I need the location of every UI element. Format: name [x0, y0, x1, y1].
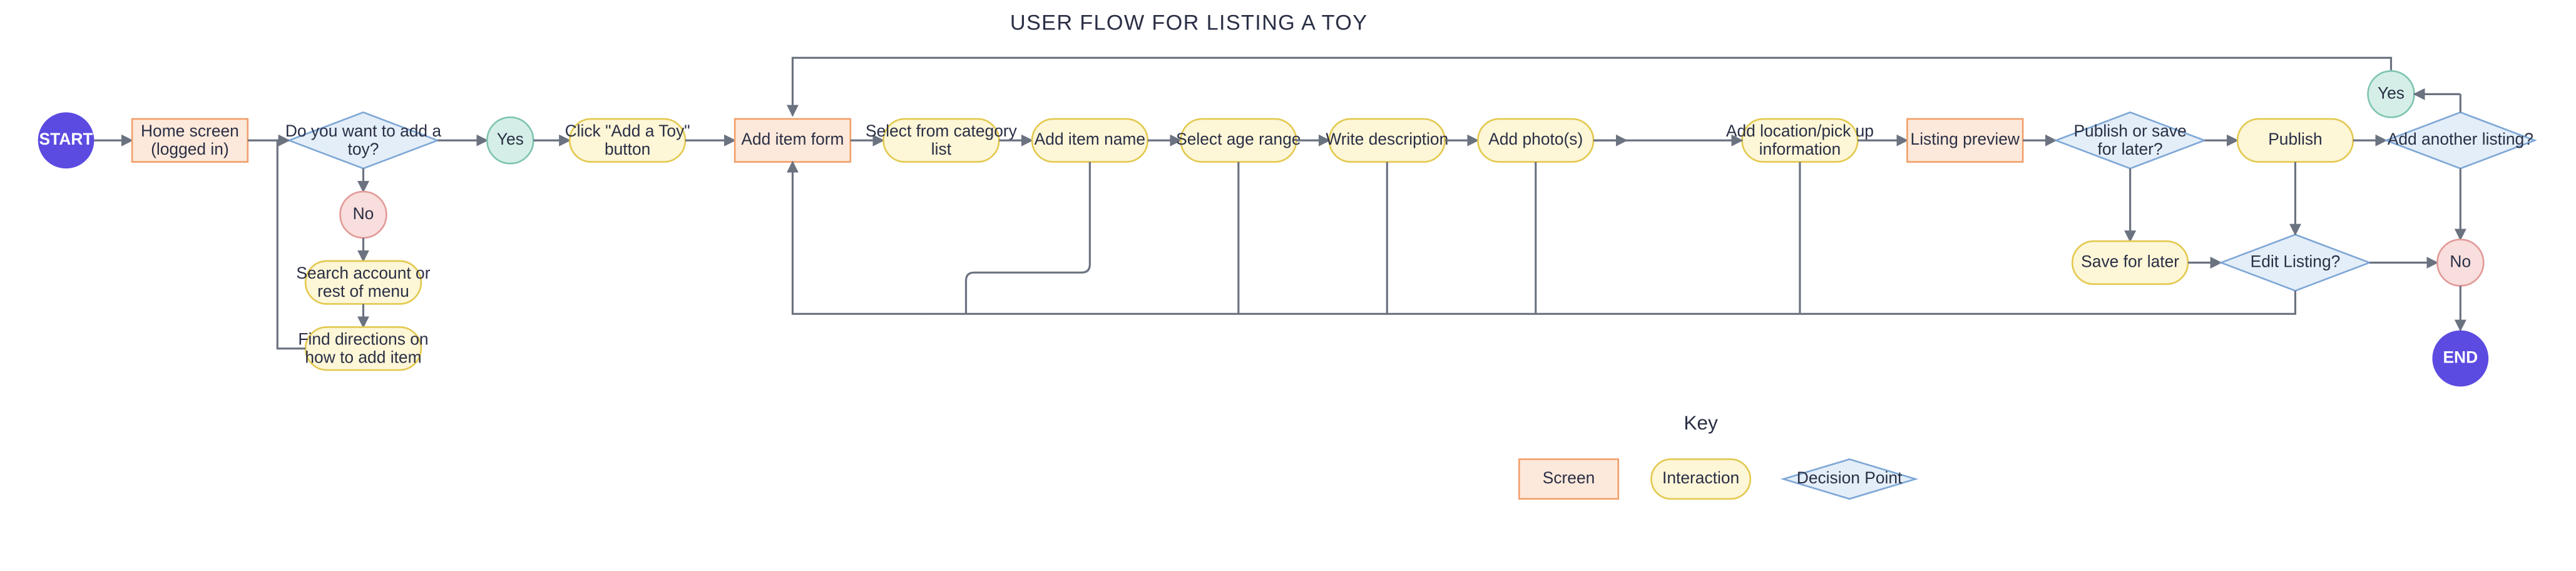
- key-interaction: Interaction: [1651, 459, 1750, 498]
- find-directions-node: Find directions on how to add item: [298, 327, 428, 370]
- svg-text:list: list: [931, 140, 952, 158]
- save-later-node: Save for later: [2072, 241, 2188, 284]
- svg-text:Add item name: Add item name: [1035, 130, 1145, 148]
- svg-text:Add photo(s): Add photo(s): [1488, 130, 1583, 148]
- add-photos-node: Add photo(s): [1478, 119, 1593, 162]
- svg-text:Add item form: Add item form: [741, 130, 844, 148]
- svg-text:button: button: [605, 140, 650, 158]
- drop-name: [966, 162, 1090, 314]
- arrow-yes-loop: [792, 58, 2391, 115]
- svg-text:Decision Point: Decision Point: [1797, 468, 1903, 487]
- svg-text:Click "Add a Toy": Click "Add a Toy": [565, 121, 690, 140]
- svg-text:END: END: [2443, 348, 2478, 367]
- add-item-form-node: Add item form: [735, 119, 851, 162]
- click-add-toy-node: Click "Add a Toy" button: [565, 119, 690, 162]
- svg-text:Search account or: Search account or: [296, 264, 430, 282]
- search-node: Search account or rest of menu: [296, 261, 430, 304]
- svg-text:Do you want to add a: Do you want to add a: [285, 121, 442, 140]
- svg-text:Yes: Yes: [497, 130, 524, 148]
- decision-add-another: Add another listing?: [2386, 112, 2535, 168]
- yes-node: Yes: [487, 117, 533, 163]
- key-title: Key: [1684, 411, 1718, 434]
- svg-text:Save for later: Save for later: [2081, 252, 2179, 270]
- svg-text:Write description: Write description: [1326, 130, 1448, 148]
- svg-text:Interaction: Interaction: [1662, 468, 1739, 487]
- select-age-range-node: Select age range: [1176, 119, 1301, 162]
- diagram-title: USER FLOW FOR LISTING A TOY: [1010, 11, 1368, 34]
- decision-want-add: Do you want to add a toy?: [285, 112, 442, 168]
- svg-text:how to add item: how to add item: [305, 348, 421, 367]
- svg-text:Find directions on: Find directions on: [298, 329, 428, 348]
- svg-text:information: information: [1759, 140, 1841, 158]
- write-description-node: Write description: [1326, 119, 1448, 162]
- add-location-node: Add location/pick up information: [1726, 119, 1874, 162]
- add-item-name-node: Add item name: [1032, 119, 1148, 162]
- svg-text:for later?: for later?: [2098, 140, 2163, 158]
- svg-text:Add another listing?: Add another listing?: [2388, 130, 2533, 148]
- svg-text:Publish: Publish: [2268, 130, 2323, 148]
- svg-text:Home screen: Home screen: [141, 121, 239, 140]
- arrow-loop-finddir: [277, 140, 305, 348]
- yes2-node: Yes: [2368, 71, 2415, 117]
- bus-line: [925, 291, 2296, 314]
- home-screen-node: Home screen (logged in): [132, 119, 248, 162]
- flow-diagram: USER FLOW FOR LISTING A TOY START Home s…: [0, 0, 2576, 570]
- svg-text:(logged in): (logged in): [151, 140, 229, 158]
- svg-text:toy?: toy?: [348, 140, 379, 158]
- svg-text:Select age range: Select age range: [1176, 130, 1301, 148]
- listing-preview-node: Listing preview: [1907, 119, 2023, 162]
- key-screen: Screen: [1519, 459, 1618, 498]
- svg-text:Edit Listing?: Edit Listing?: [2251, 252, 2341, 270]
- publish-node: Publish: [2237, 119, 2353, 162]
- select-category-node: Select from category list: [866, 119, 1018, 162]
- no2-node: No: [2437, 240, 2483, 286]
- svg-text:Yes: Yes: [2378, 83, 2405, 102]
- svg-text:Add location/pick up: Add location/pick up: [1726, 121, 1874, 140]
- decision-publish-save: Publish or save for later?: [2056, 112, 2204, 168]
- svg-text:Publish or save: Publish or save: [2073, 121, 2186, 140]
- svg-text:Listing preview: Listing preview: [1911, 130, 2020, 148]
- key-decision: Decision Point: [1784, 459, 1916, 498]
- no-node: No: [340, 192, 387, 238]
- bus-to-form: [792, 162, 924, 314]
- start-node: START: [38, 112, 95, 168]
- svg-text:No: No: [353, 204, 374, 223]
- svg-text:START: START: [39, 130, 93, 148]
- end-node: END: [2432, 331, 2488, 387]
- svg-text:Select from category: Select from category: [866, 121, 1018, 140]
- decision-edit-listing: Edit Listing?: [2221, 235, 2369, 291]
- svg-text:rest of menu: rest of menu: [317, 282, 409, 301]
- svg-text:Screen: Screen: [1543, 468, 1595, 487]
- svg-text:No: No: [2450, 252, 2471, 270]
